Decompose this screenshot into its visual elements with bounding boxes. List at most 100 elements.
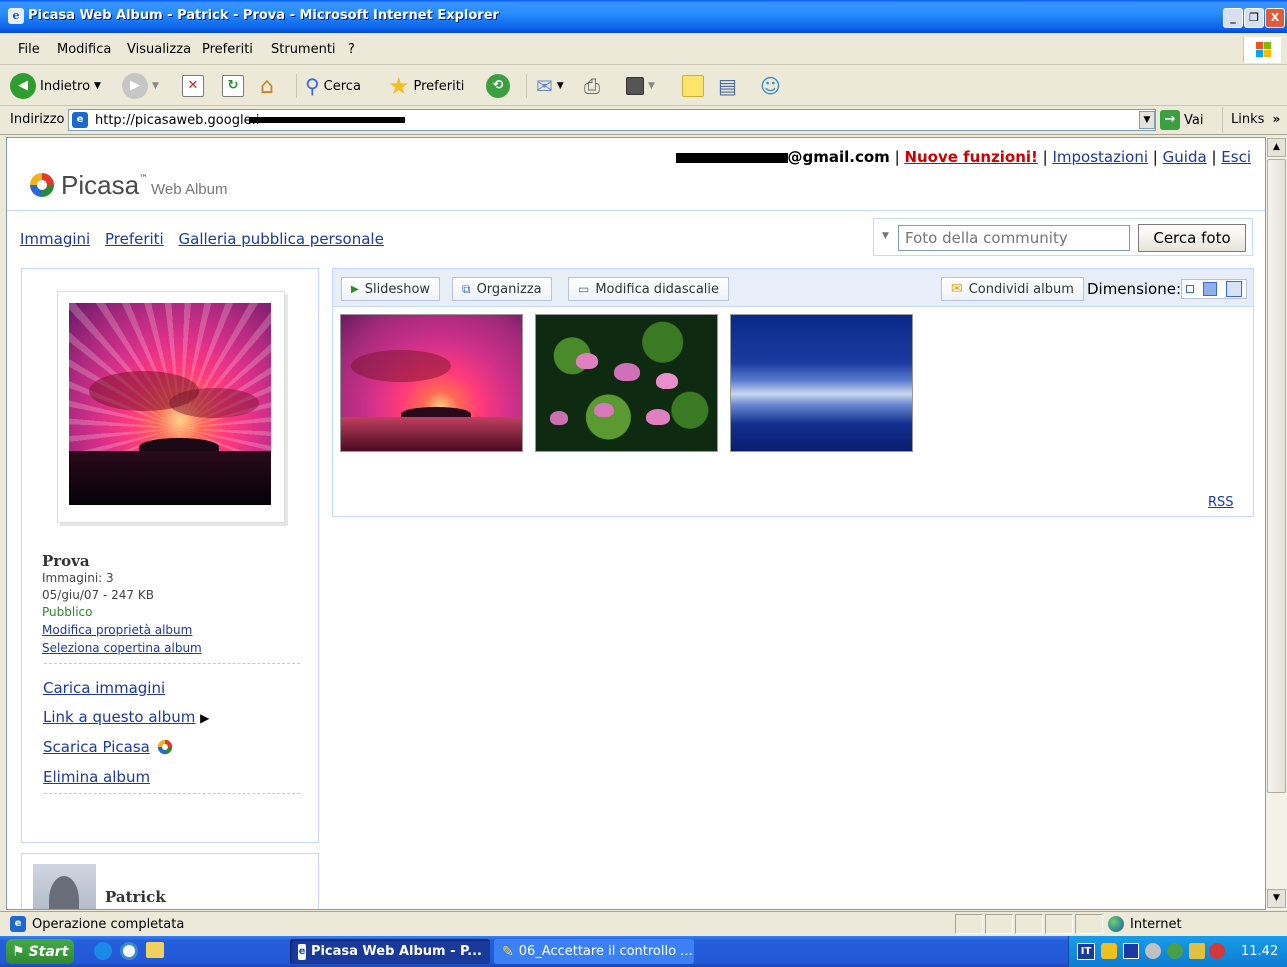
photo-thumbnail-sunset[interactable] xyxy=(340,314,523,452)
page-icon: e xyxy=(72,112,88,128)
menu-help[interactable]: ? xyxy=(348,42,355,57)
water xyxy=(341,417,522,451)
photo-thumbnail-blue-forest[interactable] xyxy=(730,314,913,452)
delete-album-link[interactable]: Elimina album xyxy=(43,768,150,786)
window-title: Picasa Web Album - Patrick - Prova - Mic… xyxy=(28,8,499,23)
settings-link[interactable]: Impostazioni xyxy=(1053,148,1149,166)
owner-panel: Patrick xyxy=(21,853,319,909)
start-button[interactable]: ⚑ Start xyxy=(6,939,74,964)
help-link[interactable]: Guida xyxy=(1163,148,1207,166)
mail-button[interactable]: ✉ ▼ xyxy=(536,71,564,101)
vertical-scrollbar[interactable]: ▲ ▼ xyxy=(1266,137,1287,910)
close-button[interactable]: X xyxy=(1265,8,1285,28)
scroll-down-button[interactable]: ▼ xyxy=(1267,889,1286,908)
mail-icon: ✉ xyxy=(536,74,553,98)
media-icon[interactable] xyxy=(1123,943,1139,959)
album-visibility: Pubblico xyxy=(42,605,93,619)
antivirus-icon[interactable] xyxy=(1167,943,1183,959)
download-picasa-link[interactable]: Scarica Picasa xyxy=(43,738,150,756)
menu-modifica[interactable]: Modifica xyxy=(57,42,111,57)
logout-link[interactable]: Esci xyxy=(1221,148,1251,166)
address-input[interactable]: e http://picasaweb.google.i ▼ xyxy=(68,109,1156,131)
back-arrow-icon: ◀ xyxy=(10,73,36,99)
photo-thumbnail-water-lilies[interactable] xyxy=(535,314,718,452)
links-button[interactable]: Links » xyxy=(1231,112,1280,127)
ie-icon[interactable] xyxy=(94,942,112,960)
organize-button[interactable]: ⧉ Organizza xyxy=(452,277,552,301)
restore-button[interactable]: ❐ xyxy=(1244,8,1264,28)
owner-name[interactable]: Patrick xyxy=(105,888,166,906)
triangle-right-icon[interactable]: ▶ xyxy=(200,711,209,725)
history-button[interactable]: ⟲ xyxy=(486,71,510,101)
nav-images[interactable]: Immagini xyxy=(20,230,90,248)
rss-link[interactable]: RSS xyxy=(1208,495,1234,510)
messenger-button[interactable]: ☺ xyxy=(760,71,781,101)
shield-icon[interactable] xyxy=(1101,943,1117,959)
size-small-button[interactable] xyxy=(1186,285,1195,293)
dropdown-arrow-icon: ▼ xyxy=(556,81,564,91)
task-document-window[interactable]: ✎ 06_Accettare il controllo ... xyxy=(494,939,694,964)
search-scope-dropdown[interactable]: ▼ xyxy=(882,231,889,241)
stop-button[interactable]: ✕ xyxy=(182,71,204,101)
minimize-button[interactable]: _ xyxy=(1223,8,1243,28)
sep: | xyxy=(1152,148,1158,166)
size-large-button[interactable] xyxy=(1225,281,1242,297)
nav-public-gallery[interactable]: Galleria pubblica personale xyxy=(179,230,384,248)
new-features-link[interactable]: Nuove funzioni! xyxy=(904,148,1037,166)
edit-captions-label: Modifica didascalie xyxy=(595,281,720,297)
scroll-up-button[interactable]: ▲ xyxy=(1267,138,1286,157)
network-icon[interactable] xyxy=(1145,943,1161,959)
edit-album-properties-link[interactable]: Modifica proprietà album xyxy=(42,623,192,637)
media-player-icon[interactable] xyxy=(120,942,138,960)
menu-file[interactable]: File xyxy=(18,42,40,57)
search-button[interactable]: ⚲ Cerca xyxy=(305,71,361,101)
menu-preferiti[interactable]: Preferiti xyxy=(202,42,253,57)
upload-images-link[interactable]: Carica immagini xyxy=(43,679,165,697)
share-album-button[interactable]: ✉ Condividi album xyxy=(941,277,1084,301)
system-tray: IT 11.42 xyxy=(1068,936,1287,967)
search-photos-button[interactable]: Cerca foto xyxy=(1138,224,1246,252)
home-button[interactable]: ⌂ xyxy=(260,71,274,101)
scroll-thumb[interactable] xyxy=(1267,159,1286,793)
forward-button[interactable]: ▶ ▼ xyxy=(122,71,159,101)
edit-captions-button[interactable]: ▭ Modifica didascalie xyxy=(568,277,730,301)
notes-button[interactable] xyxy=(682,71,704,101)
dropdown-arrow-icon: ▼ xyxy=(94,81,101,91)
task-picasa-window[interactable]: e Picasa Web Album - P... xyxy=(290,939,490,964)
folder-icon[interactable] xyxy=(146,942,164,958)
cloud xyxy=(169,388,259,418)
album-cover[interactable] xyxy=(57,291,285,523)
go-button[interactable]: → Vai xyxy=(1160,110,1203,130)
history-icon: ⟲ xyxy=(486,74,510,98)
back-button[interactable]: ◀ Indietro ▼ xyxy=(10,71,101,101)
volume-icon[interactable] xyxy=(1189,943,1205,959)
picasa-logo[interactable]: Picasa ™ Web Album xyxy=(27,168,227,202)
link-to-album-link[interactable]: Link a questo album xyxy=(43,708,195,726)
refresh-button[interactable]: ↻ xyxy=(222,71,244,101)
size-medium-button[interactable] xyxy=(1202,282,1217,296)
select-cover-link[interactable]: Seleziona copertina album xyxy=(42,641,202,655)
album-link-row: Link a questo album ▶ xyxy=(43,708,209,726)
print-button[interactable]: ⎙ xyxy=(584,71,600,101)
caption-icon: ▭ xyxy=(578,282,590,296)
slideshow-button[interactable]: ▶ Slideshow xyxy=(341,277,441,301)
search-input[interactable] xyxy=(898,225,1130,251)
clock[interactable]: 11.42 xyxy=(1241,944,1278,959)
album-image-count: Immagini: 3 xyxy=(42,571,114,585)
favorites-button[interactable]: ★ Preferiti xyxy=(388,71,464,101)
forward-arrow-icon: ▶ xyxy=(122,73,148,99)
address-dropdown[interactable]: ▼ xyxy=(1139,111,1155,129)
avatar[interactable] xyxy=(33,864,96,909)
status-bar: e Operazione completata Internet xyxy=(0,911,1287,935)
window-title-bar[interactable]: e Picasa Web Album - Patrick - Prova - M… xyxy=(0,0,1287,33)
menu-visualizza[interactable]: Visualizza xyxy=(127,42,191,57)
security-alert-icon[interactable] xyxy=(1209,943,1225,959)
edit-button[interactable]: ▼ xyxy=(626,71,655,101)
menu-strumenti[interactable]: Strumenti xyxy=(271,42,336,57)
nav-favorites[interactable]: Preferiti xyxy=(105,230,164,248)
language-indicator[interactable]: IT xyxy=(1077,943,1095,960)
flower xyxy=(614,363,640,381)
books-icon: ▤ xyxy=(718,74,737,98)
album-sidebar: Prova Immagini: 3 05/giu/07 - 247 KB Pub… xyxy=(21,268,319,843)
research-button[interactable]: ▤ xyxy=(718,71,737,101)
